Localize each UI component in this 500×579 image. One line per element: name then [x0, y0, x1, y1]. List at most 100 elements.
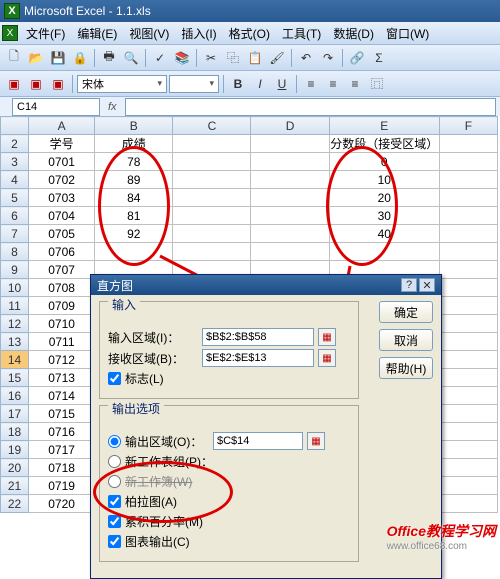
cell[interactable]: 学号: [29, 135, 95, 153]
cell[interactable]: [439, 423, 497, 441]
cell[interactable]: 0720: [29, 495, 95, 513]
cell[interactable]: 84: [95, 189, 173, 207]
menu-tools[interactable]: 工具(T): [278, 25, 325, 42]
cell[interactable]: 0716: [29, 423, 95, 441]
cell[interactable]: 89: [95, 171, 173, 189]
cumpct-checkbox[interactable]: [108, 515, 121, 528]
cell[interactable]: 0717: [29, 441, 95, 459]
cell[interactable]: 0707: [29, 261, 95, 279]
row-header[interactable]: 15: [1, 369, 29, 387]
input-range-field[interactable]: $B$2:$B$58: [202, 328, 314, 346]
cell[interactable]: 0703: [29, 189, 95, 207]
pareto-checkbox[interactable]: [108, 495, 121, 508]
cell[interactable]: [251, 189, 329, 207]
fx-icon[interactable]: fx: [108, 101, 117, 113]
preview-button[interactable]: 🔍: [121, 48, 141, 68]
dialog-help-icon[interactable]: ?: [401, 278, 417, 292]
cell[interactable]: [251, 243, 329, 261]
menu-file[interactable]: 文件(F): [22, 25, 69, 42]
cell[interactable]: [173, 153, 251, 171]
cell[interactable]: [439, 189, 497, 207]
menu-window[interactable]: 窗口(W): [382, 25, 433, 42]
row-header[interactable]: 13: [1, 333, 29, 351]
cell[interactable]: [439, 207, 497, 225]
col-header-C[interactable]: C: [173, 117, 251, 135]
dialog-titlebar[interactable]: 直方图 ? ✕: [91, 275, 441, 295]
row-header[interactable]: 16: [1, 387, 29, 405]
col-header-D[interactable]: D: [251, 117, 329, 135]
output-range-refedit-icon[interactable]: ▦: [307, 432, 325, 450]
row-header[interactable]: 4: [1, 171, 29, 189]
bold-button[interactable]: B: [228, 74, 248, 94]
underline-button[interactable]: U: [272, 74, 292, 94]
menu-format[interactable]: 格式(O): [225, 25, 274, 42]
pdf-button-1[interactable]: ▣: [4, 74, 24, 94]
cell[interactable]: [329, 243, 439, 261]
cell[interactable]: 0701: [29, 153, 95, 171]
row-header[interactable]: 21: [1, 477, 29, 495]
cell[interactable]: [439, 297, 497, 315]
cell[interactable]: [439, 351, 497, 369]
print-button[interactable]: 🖶: [99, 48, 119, 68]
cell[interactable]: [439, 225, 497, 243]
redo-button[interactable]: ↷: [318, 48, 338, 68]
save-button[interactable]: 💾: [48, 48, 68, 68]
cell[interactable]: [251, 225, 329, 243]
app-icon[interactable]: X: [2, 25, 18, 41]
row-header[interactable]: 6: [1, 207, 29, 225]
help-button[interactable]: 帮助(H): [379, 357, 433, 379]
align-center-button[interactable]: ≡: [323, 74, 343, 94]
cell[interactable]: 0711: [29, 333, 95, 351]
bin-range-refedit-icon[interactable]: ▦: [318, 349, 336, 367]
cell[interactable]: 78: [95, 153, 173, 171]
cell[interactable]: 20: [329, 189, 439, 207]
cell[interactable]: [439, 459, 497, 477]
chart-output-checkbox[interactable]: [108, 535, 121, 548]
col-header-F[interactable]: F: [439, 117, 497, 135]
cell[interactable]: [439, 315, 497, 333]
paste-button[interactable]: 📋: [245, 48, 265, 68]
formula-input[interactable]: [125, 98, 496, 116]
name-box[interactable]: C14: [12, 98, 100, 116]
copy-button[interactable]: ⿻: [223, 48, 243, 68]
input-range-refedit-icon[interactable]: ▦: [318, 328, 336, 346]
row-header[interactable]: 7: [1, 225, 29, 243]
output-range-field[interactable]: $C$14: [213, 432, 303, 450]
cell[interactable]: [439, 387, 497, 405]
menu-edit[interactable]: 编辑(E): [73, 25, 121, 42]
row-header[interactable]: 11: [1, 297, 29, 315]
cell[interactable]: 0714: [29, 387, 95, 405]
output-range-radio[interactable]: [108, 435, 121, 448]
col-header-B[interactable]: B: [95, 117, 173, 135]
cell[interactable]: 成绩: [95, 135, 173, 153]
pdf-button-2[interactable]: ▣: [26, 74, 46, 94]
ok-button[interactable]: 确定: [379, 301, 433, 323]
undo-button[interactable]: ↶: [296, 48, 316, 68]
row-header[interactable]: 22: [1, 495, 29, 513]
cell[interactable]: [439, 441, 497, 459]
open-button[interactable]: 📂: [26, 48, 46, 68]
menu-data[interactable]: 数据(D): [329, 25, 378, 42]
cell[interactable]: 0: [329, 153, 439, 171]
row-header[interactable]: 17: [1, 405, 29, 423]
cell[interactable]: [439, 171, 497, 189]
cell[interactable]: 10: [329, 171, 439, 189]
cell[interactable]: [439, 261, 497, 279]
cell[interactable]: 分数段（接受区域）: [329, 135, 439, 153]
cell[interactable]: [251, 207, 329, 225]
cell[interactable]: [439, 495, 497, 513]
cell[interactable]: [173, 243, 251, 261]
cell[interactable]: [439, 153, 497, 171]
cancel-button[interactable]: 取消: [379, 329, 433, 351]
merge-button[interactable]: ⿵: [367, 74, 387, 94]
cell[interactable]: [439, 369, 497, 387]
cell[interactable]: [173, 135, 251, 153]
new-button[interactable]: 🗋: [4, 48, 24, 68]
cell[interactable]: [173, 189, 251, 207]
cell[interactable]: 0713: [29, 369, 95, 387]
cell[interactable]: 0708: [29, 279, 95, 297]
row-header[interactable]: 19: [1, 441, 29, 459]
cell[interactable]: 0719: [29, 477, 95, 495]
cell[interactable]: 0715: [29, 405, 95, 423]
cell[interactable]: [439, 279, 497, 297]
